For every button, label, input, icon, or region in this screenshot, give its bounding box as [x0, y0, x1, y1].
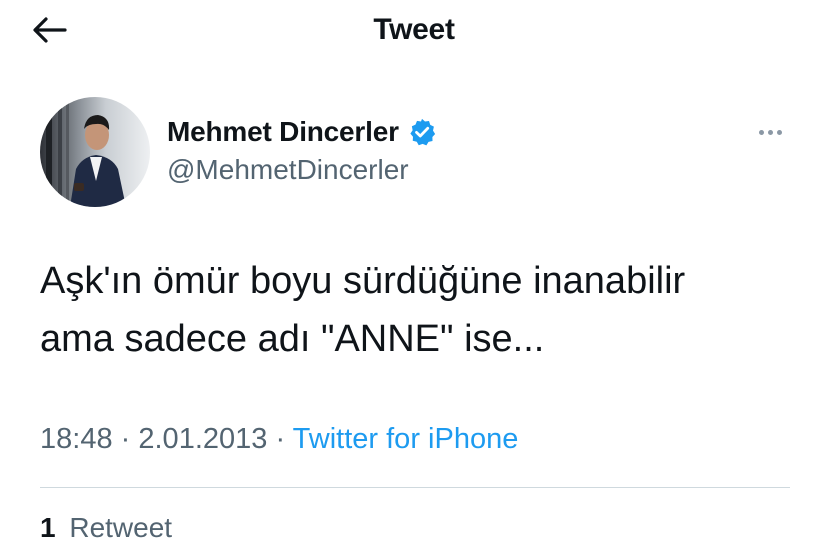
tweet-text: Aşk'ın ömür boyu sürdüğüne inanabilir am… — [40, 260, 686, 360]
avatar[interactable] — [40, 97, 150, 207]
author-handle[interactable]: @MehmetDincerler — [167, 154, 409, 186]
avatar-image — [40, 97, 150, 207]
retweet-label: Retweet — [69, 512, 173, 543]
tweet-source-link[interactable]: Twitter for iPhone — [293, 423, 519, 455]
more-dot-icon — [767, 129, 773, 135]
more-options-button[interactable] — [750, 118, 790, 146]
retweet-count: 1 — [40, 512, 56, 543]
tweet-meta: 18:48 · 2.01.2013 · Twitter for iPhone — [40, 420, 518, 458]
tweet-date[interactable]: 2.01.2013 — [138, 423, 267, 455]
page-title: Tweet — [373, 13, 455, 46]
divider — [40, 487, 790, 488]
tweet-time[interactable]: 18:48 — [40, 423, 113, 455]
more-dot-icon — [758, 129, 764, 135]
meta-separator: · — [275, 423, 286, 455]
author-name-row: Mehmet Dincerler — [167, 113, 437, 151]
meta-separator: · — [120, 423, 131, 455]
retweet-stats[interactable]: 1 Retweet — [40, 510, 172, 546]
verified-badge-icon — [407, 117, 437, 147]
more-dot-icon — [776, 129, 782, 135]
top-bar: Tweet — [0, 0, 828, 60]
author-name[interactable]: Mehmet Dincerler — [167, 116, 399, 148]
